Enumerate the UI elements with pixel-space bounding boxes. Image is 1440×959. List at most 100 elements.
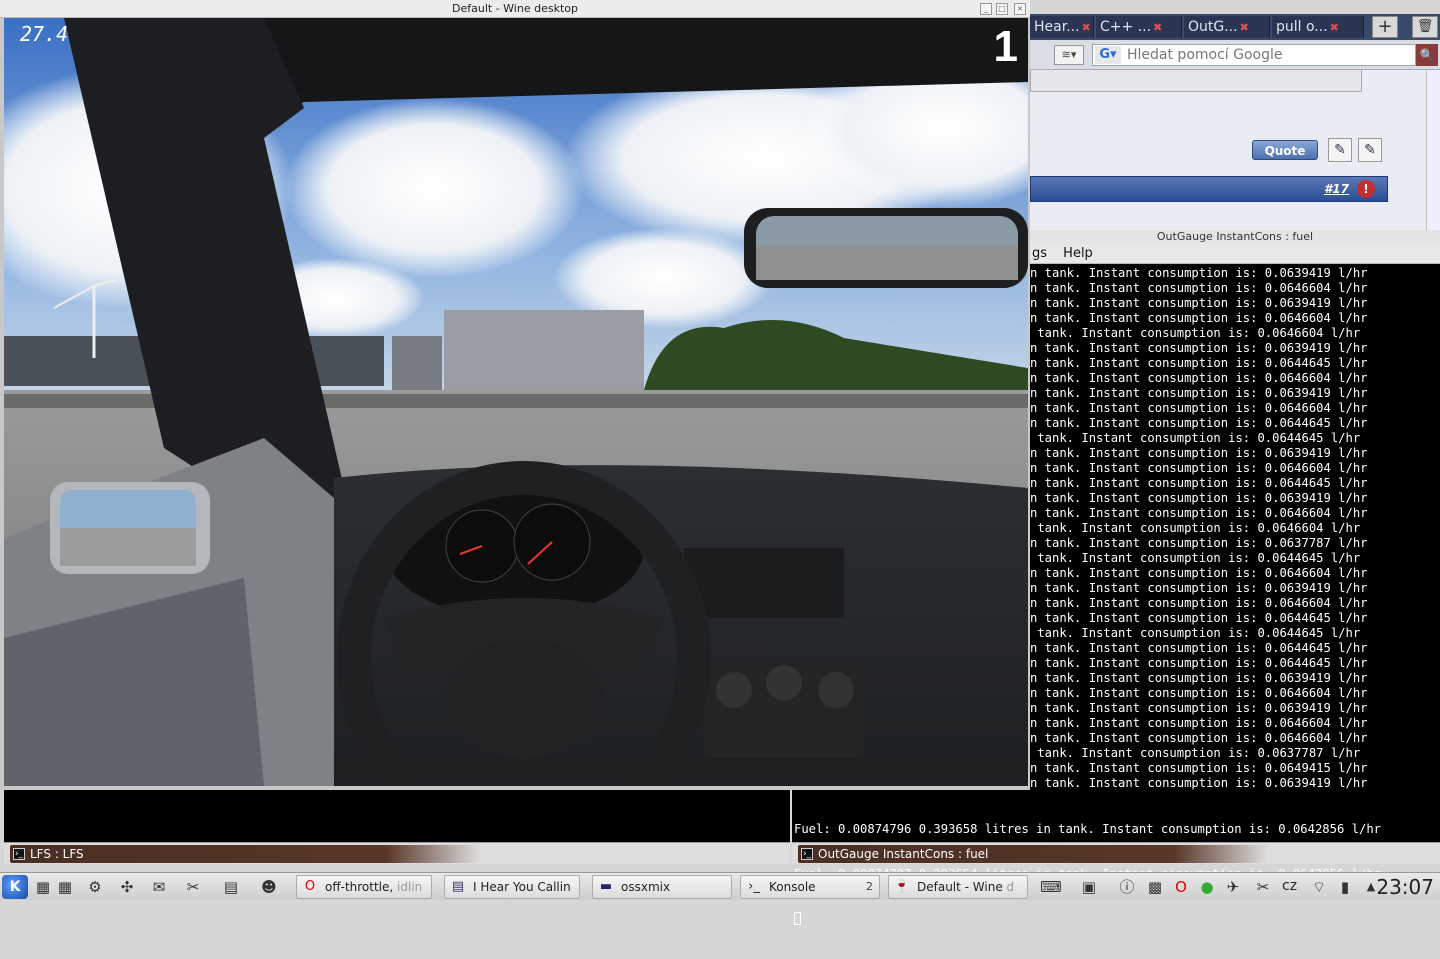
lfs-terminal[interactable]: ›_ LFS : LFS xyxy=(4,790,790,864)
keyboard-layout[interactable]: cz xyxy=(1282,878,1297,894)
close-icon[interactable]: ✖ xyxy=(1153,21,1162,34)
mail-icon[interactable]: ✉ xyxy=(148,877,170,897)
tower xyxy=(392,336,442,390)
konsole-line: n tank. Instant consumption is: 0.064464… xyxy=(1030,416,1368,430)
trash-icon[interactable]: 🗑 xyxy=(1412,16,1438,38)
post-number-link[interactable]: #17 xyxy=(1324,182,1349,196)
google-icon: G▾ xyxy=(1095,46,1121,64)
konsole-line: tank. Instant consumption is: 0.0644645 … xyxy=(1030,431,1361,445)
network-status-icon[interactable]: ● xyxy=(1196,877,1218,897)
konsole-line: n tank. Instant consumption is: 0.064660… xyxy=(1030,281,1368,295)
quote-button[interactable]: Quote xyxy=(1252,140,1318,160)
task-label: Konsole xyxy=(769,880,816,894)
browser-tab[interactable]: C++ ... ✖ xyxy=(1096,16,1182,38)
game-viewport[interactable]: 27.4 1 xyxy=(4,18,1028,786)
browser-tab-label: pull o... xyxy=(1276,19,1328,35)
tools-icon[interactable]: ✂ xyxy=(182,877,204,897)
konsole-line: tank. Instant consumption is: 0.0646604 … xyxy=(1030,326,1361,340)
wifi-icon[interactable]: ⌔ xyxy=(1308,877,1330,897)
taskbar-item[interactable]: ›_ Konsole 2 xyxy=(740,875,880,899)
konsole-line: n tank. Instant consumption is: 0.063941… xyxy=(1030,296,1368,310)
konsole-output[interactable]: n tank. Instant consumption is: 0.063941… xyxy=(1030,264,1440,790)
keyboard-icon[interactable]: ⌨ xyxy=(1040,877,1062,897)
multi-quote-icon[interactable]: ✎ xyxy=(1328,138,1352,162)
browser-tab[interactable]: pull o... ✖ xyxy=(1272,16,1364,38)
taskbar-item[interactable]: ▬ ossxmix xyxy=(592,875,732,899)
browser-scrollbar[interactable] xyxy=(1426,70,1440,230)
document-icon: ▤ xyxy=(451,879,465,894)
browser-nav-bar: ≋▾ G▾ Hledat pomocí Google 🔍 xyxy=(1030,40,1440,70)
wine-desktop-window: Default - Wine desktop _ □ × 27.4 1 xyxy=(0,0,1030,790)
browser-tab[interactable]: OutG... ✖ xyxy=(1184,16,1270,38)
battery-icon[interactable]: ▮ xyxy=(1334,877,1356,897)
taskbar-item[interactable]: O off-throttle, idlin xyxy=(296,875,432,899)
edit-icon[interactable]: ✎ xyxy=(1358,138,1382,162)
terminal-tab[interactable]: ›_ LFS : LFS xyxy=(10,845,480,863)
browser-window: Hear... ✖ C++ ... ✖ OutG... ✖ pull o... ✖ + … xyxy=(1030,14,1440,230)
close-icon[interactable]: ✖ xyxy=(1082,21,1091,34)
klipper-icon[interactable]: ▣ xyxy=(1078,877,1100,897)
close-icon[interactable]: ✖ xyxy=(1330,21,1339,34)
google-search-field[interactable]: G▾ Hledat pomocí Google xyxy=(1092,44,1416,66)
monitor-icon[interactable]: ▩ xyxy=(1144,877,1166,897)
taskbar-item[interactable]: 🍷 Default - Wine d xyxy=(888,875,1028,899)
terminal-icon: ›_ xyxy=(801,848,813,860)
minimize-icon[interactable]: _ xyxy=(980,3,992,15)
task-label: ossxmix xyxy=(621,880,671,894)
konsole-line: n tank. Instant consumption is: 0.064660… xyxy=(1030,596,1368,610)
konsole-line: n tank. Instant consumption is: 0.063941… xyxy=(1030,266,1368,280)
task-label-faded: idlin xyxy=(397,880,423,894)
info-icon[interactable]: ⓘ xyxy=(1116,877,1138,897)
search-go-button[interactable]: 🔍 xyxy=(1416,44,1438,66)
konsole-line: n tank. Instant consumption is: 0.063941… xyxy=(1030,671,1368,685)
scissors-icon[interactable]: ✂ xyxy=(1252,877,1274,897)
close-icon[interactable]: × xyxy=(1014,3,1026,15)
window-title: Default - Wine desktop xyxy=(0,0,1030,18)
menu-settings[interactable]: gs xyxy=(1032,246,1047,261)
desktop-pager-icon[interactable]: ▦ xyxy=(54,877,76,897)
opera-icon: O xyxy=(304,879,316,894)
mixer-icon: ▬ xyxy=(599,879,613,894)
report-warning-icon[interactable]: ! xyxy=(1357,180,1375,198)
browser-tab-bar: Hear... ✖ C++ ... ✖ OutG... ✖ pull o... ✖ + … xyxy=(1030,14,1440,40)
browser-tab-label: C++ ... xyxy=(1100,19,1152,35)
air-vents xyxy=(684,548,844,618)
user-icon[interactable]: ☻ xyxy=(258,877,280,897)
konsole-menu-bar: gs Help xyxy=(1030,244,1440,264)
desktop-pager-icon[interactable]: ▦ xyxy=(32,877,54,897)
new-tab-button[interactable]: + xyxy=(1372,16,1398,38)
konsole-line: n tank. Instant consumption is: 0.064464… xyxy=(1030,656,1368,670)
updater-icon[interactable]: ✈ xyxy=(1222,877,1244,897)
terminal-tab[interactable]: ›_ OutGauge InstantCons : fuel xyxy=(798,845,1268,863)
konsole-line: tank. Instant consumption is: 0.0646604 … xyxy=(1030,521,1361,535)
gear-indicator: 1 xyxy=(993,22,1018,71)
maximize-icon[interactable]: □ xyxy=(996,3,1008,15)
konsole-line: n tank. Instant consumption is: 0.063941… xyxy=(1030,776,1368,790)
outgauge-terminal[interactable]: Fuel: 0.00874796 0.393658 litres in tank… xyxy=(792,790,1440,925)
text-cursor xyxy=(794,912,801,925)
konsole-line: n tank. Instant consumption is: 0.064660… xyxy=(1030,401,1368,415)
search-placeholder: Hledat pomocí Google xyxy=(1127,47,1283,63)
calculator-icon[interactable]: ▤ xyxy=(220,877,242,897)
kde-menu-icon[interactable]: K xyxy=(2,875,28,899)
terminal-icon: ›_ xyxy=(748,879,760,894)
building xyxy=(444,310,644,390)
konsole-line: n tank. Instant consumption is: 0.064660… xyxy=(1030,506,1368,520)
clock[interactable]: 23:07 xyxy=(1376,875,1434,899)
konsole-line: n tank. Instant consumption is: 0.063778… xyxy=(1030,536,1368,550)
close-icon[interactable]: ✖ xyxy=(1240,21,1249,34)
opera-tray-icon[interactable]: O xyxy=(1170,877,1192,897)
konsole-line: n tank. Instant consumption is: 0.064464… xyxy=(1030,611,1368,625)
network-icon[interactable]: ✣ xyxy=(116,877,138,897)
terminal-icon: ›_ xyxy=(13,848,25,860)
settings-icon[interactable]: ⚙ xyxy=(84,877,106,897)
fps-counter: 27.4 xyxy=(20,22,69,46)
taskbar: K ▦ ▦ ⚙ ✣ ✉ ✂ ▤ ☻ O off-throttle, idlin … xyxy=(0,872,1440,900)
taskbar-item[interactable]: ▤ I Hear You Callin xyxy=(444,875,580,899)
browser-tab[interactable]: Hear... ✖ xyxy=(1030,16,1094,38)
menu-help[interactable]: Help xyxy=(1063,246,1093,261)
terminal-tab-label: OutGauge InstantCons : fuel xyxy=(818,847,989,861)
konsole-line: n tank. Instant consumption is: 0.064660… xyxy=(1030,566,1368,580)
rss-icon[interactable]: ≋▾ xyxy=(1054,45,1084,65)
konsole-title: OutGauge InstantCons : fuel xyxy=(1030,230,1440,244)
